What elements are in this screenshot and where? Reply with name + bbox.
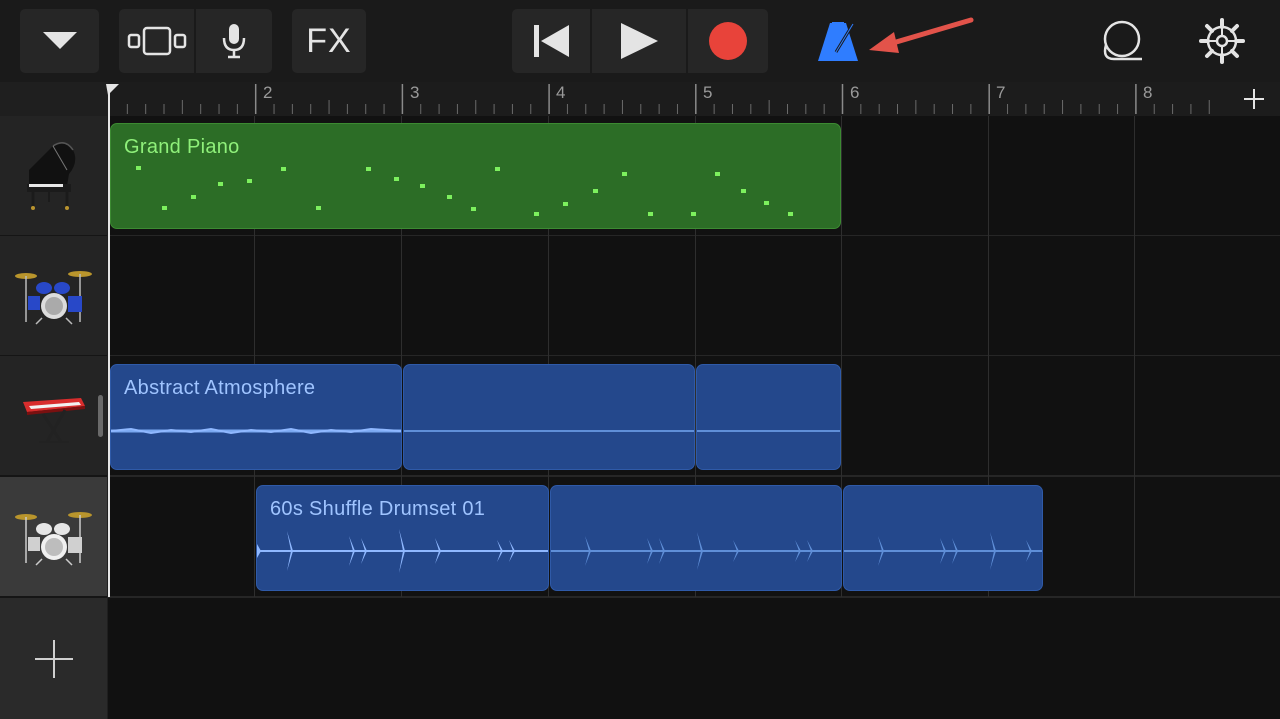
bar-ruler[interactable]: 2 3 4 5 6 7 8 xyxy=(108,82,1228,117)
play-icon xyxy=(621,23,658,59)
midi-note xyxy=(218,182,223,186)
drum-kit-silver-icon xyxy=(14,511,92,566)
midi-note xyxy=(162,206,167,210)
midi-note xyxy=(563,202,568,206)
midi-note xyxy=(247,179,252,183)
track-lane[interactable] xyxy=(108,236,1280,357)
plus-icon xyxy=(34,639,73,678)
midi-note xyxy=(394,177,399,181)
bar-number: 6 xyxy=(850,83,860,102)
record-icon xyxy=(709,22,747,60)
region-shuffle-drumset-loop[interactable] xyxy=(550,485,842,591)
settings-button[interactable] xyxy=(1194,9,1250,73)
view-group xyxy=(119,9,272,73)
annotation-arrow xyxy=(869,17,974,53)
playhead-handle[interactable] xyxy=(106,84,120,96)
region-abstract-atmosphere-loop[interactable] xyxy=(403,364,695,470)
midi-note xyxy=(534,212,539,216)
region-label: Abstract Atmosphere xyxy=(124,377,316,399)
midi-note xyxy=(366,167,371,171)
go-to-beginning-button[interactable] xyxy=(512,9,590,73)
microphone-icon xyxy=(222,24,246,59)
add-section-button[interactable] xyxy=(1228,82,1280,116)
fx-group: FX xyxy=(292,9,366,73)
keyboard-synth-icon xyxy=(22,397,85,443)
midi-note xyxy=(764,201,769,205)
tracks-view-icon xyxy=(127,26,186,56)
region-shuffle-drumset-loop[interactable] xyxy=(843,485,1043,591)
track-header-drums[interactable] xyxy=(0,236,107,357)
region-label: 60s Shuffle Drumset 01 xyxy=(270,498,486,520)
midi-note xyxy=(715,172,720,176)
control-bar: FX xyxy=(0,0,1280,82)
play-button[interactable] xyxy=(590,9,686,73)
skip-back-icon xyxy=(534,25,569,57)
track-resize-handle[interactable] xyxy=(98,395,103,437)
grand-piano-icon xyxy=(26,141,75,210)
tracks-view-button[interactable] xyxy=(119,9,194,73)
region-shuffle-drumset[interactable]: 60s Shuffle Drumset 01 xyxy=(256,485,549,591)
bar-number: 4 xyxy=(556,83,566,102)
region-grand-piano[interactable]: Grand Piano xyxy=(110,123,841,229)
midi-note xyxy=(316,206,321,210)
smart-controls-button[interactable] xyxy=(194,9,272,73)
midi-note xyxy=(593,189,598,193)
track-header-keyboard[interactable] xyxy=(0,356,107,477)
gear-icon xyxy=(1199,18,1245,64)
waveform xyxy=(551,532,841,570)
transport-group xyxy=(512,9,768,73)
playhead[interactable] xyxy=(108,86,110,597)
midi-note xyxy=(788,212,793,216)
loop-icon xyxy=(1103,20,1142,61)
bar-number: 5 xyxy=(703,83,713,102)
waveform xyxy=(404,430,694,432)
metronome-icon xyxy=(818,22,858,61)
fx-label: FX xyxy=(306,21,352,60)
plus-icon xyxy=(1244,89,1264,109)
midi-note xyxy=(420,184,425,188)
loop-browser-button[interactable] xyxy=(1094,9,1150,73)
midi-note xyxy=(447,195,452,199)
drum-kit-icon xyxy=(14,270,92,325)
midi-note xyxy=(495,167,500,171)
waveform xyxy=(844,532,1042,570)
waveform xyxy=(697,430,840,432)
bar-number: 2 xyxy=(263,83,273,102)
record-button[interactable] xyxy=(686,9,768,73)
track-header-grand-piano[interactable] xyxy=(0,116,107,237)
bar-number: 7 xyxy=(996,83,1006,102)
midi-note xyxy=(648,212,653,216)
track-header-drumset[interactable] xyxy=(0,477,107,598)
waveform xyxy=(111,427,401,435)
midi-note xyxy=(691,212,696,216)
ruler-ticks xyxy=(108,84,1210,114)
bar-number: 8 xyxy=(1143,83,1153,102)
midi-note xyxy=(191,195,196,199)
add-track-button[interactable] xyxy=(0,598,107,719)
waveform xyxy=(257,529,548,573)
menu-button[interactable] xyxy=(20,9,99,73)
metronome-button[interactable] xyxy=(812,9,864,73)
browser-group xyxy=(20,9,99,73)
midi-note xyxy=(281,167,286,171)
fx-button[interactable]: FX xyxy=(292,9,366,73)
region-label: Grand Piano xyxy=(124,136,240,158)
region-abstract-atmosphere[interactable]: Abstract Atmosphere xyxy=(110,364,402,470)
bar-number: 3 xyxy=(410,83,420,102)
region-abstract-atmosphere-loop[interactable] xyxy=(696,364,841,470)
midi-note xyxy=(622,172,627,176)
midi-note xyxy=(136,166,141,170)
chevron-down-icon xyxy=(42,32,77,49)
midi-note xyxy=(471,207,476,211)
midi-note xyxy=(741,189,746,193)
bar-gridline xyxy=(1134,116,1135,597)
